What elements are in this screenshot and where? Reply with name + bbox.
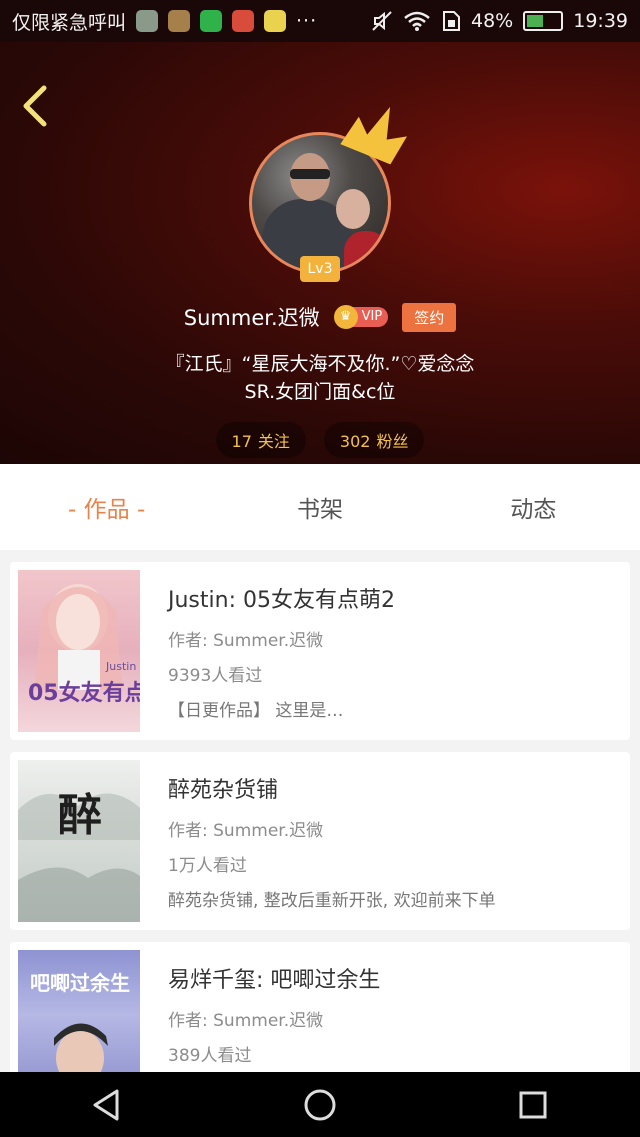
level-badge: Lv3 [300, 256, 340, 282]
signed-badge: 签约 [402, 302, 457, 332]
mute-icon [372, 11, 392, 31]
vip-crown-icon: ♛ [333, 305, 358, 329]
username: Summer.迟微 [183, 306, 320, 330]
wechat-icon [200, 10, 223, 32]
tab-works[interactable]: - 作品 - [0, 490, 213, 524]
cover-title: 醉 [58, 790, 102, 841]
nav-home-icon[interactable] [300, 1085, 340, 1125]
cover-title: 05女友有点萌2 [28, 680, 140, 706]
nav-back-icon[interactable] [87, 1085, 127, 1125]
work-readers: 9393人看过 [168, 666, 263, 686]
work-readers: 1万人看过 [168, 856, 247, 876]
work-desc: 【日更作品】 这里是… [168, 701, 344, 721]
wifi-icon [404, 11, 430, 31]
status-bar: 仅限紧急呼叫 ··· 48% 19:39 [0, 0, 640, 42]
work-desc: 醉苑杂货铺, 整改后重新开张, 欢迎前来下单 [168, 891, 496, 911]
cover-sub: Justin [105, 660, 136, 673]
work-title[interactable]: Justin: 05女友有点萌2 [168, 582, 620, 614]
work-author: 作者: Summer.迟微 [168, 1011, 324, 1031]
work-title[interactable]: 醉苑杂货铺 [168, 772, 620, 804]
sim-icon [443, 11, 460, 31]
battery-icon [523, 11, 564, 31]
system-nav-bar [0, 1072, 640, 1137]
book-cover[interactable]: Justin 05女友有点萌2 [18, 570, 140, 732]
vip-badge: ♛ VIP [333, 305, 389, 329]
music-app-icon [136, 10, 159, 32]
cover-title: 吧唧过余生 [30, 971, 130, 995]
weibo-icon [232, 10, 255, 32]
list-item[interactable]: 醉 醉苑杂货铺 作者: Summer.迟微 1万人看过 醉苑杂货铺, 整改后重新… [10, 752, 630, 930]
book-cover[interactable]: 醉 [18, 760, 140, 922]
back-icon[interactable] [18, 84, 52, 128]
more-notifications: ··· [296, 10, 318, 32]
tab-bar: - 作品 - 书架 动态 [0, 464, 640, 550]
work-readers: 389人看过 [168, 1046, 252, 1066]
work-author: 作者: Summer.迟微 [168, 631, 324, 651]
chat-app-icon [264, 10, 287, 32]
fans-count[interactable]: 302 粉丝 [323, 422, 425, 458]
follow-count[interactable]: 17 关注 [215, 422, 306, 458]
profile-header: Lv3 Summer.迟微 ♛ VIP 签约 『江氏』“星辰大海不及你.”♡爱念… [0, 42, 640, 464]
tab-activity[interactable]: 动态 [427, 490, 640, 524]
work-author: 作者: Summer.迟微 [168, 821, 324, 841]
tab-bookshelf[interactable]: 书架 [213, 490, 426, 524]
list-item[interactable]: Justin 05女友有点萌2 Justin: 05女友有点萌2 作者: Sum… [10, 562, 630, 740]
carrier-text: 仅限紧急呼叫 [12, 11, 127, 34]
crown-icon [340, 106, 407, 165]
nav-recents-icon[interactable] [513, 1085, 553, 1125]
battery-percent: 48% [471, 10, 514, 32]
work-title[interactable]: 易烊千玺: 吧唧过余生 [168, 962, 620, 994]
photo-app-icon [168, 10, 191, 32]
bio: 『江氏』“星辰大海不及你.”♡爱念念 SR.女团门面&c位 [165, 353, 475, 403]
clock: 19:39 [573, 10, 628, 32]
